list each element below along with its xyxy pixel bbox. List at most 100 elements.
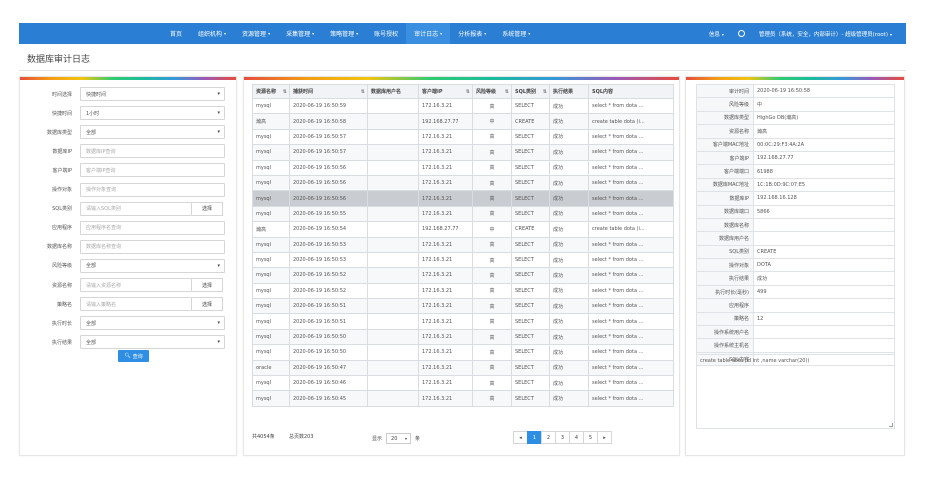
- panel-accent-bar: [20, 77, 236, 80]
- filter-select[interactable]: 全部 ▾: [80, 258, 225, 273]
- resize-handle-icon[interactable]: [889, 423, 893, 427]
- detail-value: 499: [753, 284, 895, 300]
- table-cell: [367, 313, 419, 330]
- table-cell: select * from dota ...: [588, 159, 674, 176]
- user-menu[interactable]: 管理员（系统，安全，内部审计）- 超级管理员(root) ▾: [759, 30, 892, 38]
- table-row[interactable]: mysql 2020-06-19 16:50:56 172.16.3.21 高 SELE…: [252, 190, 674, 207]
- select-button[interactable]: 选择: [192, 297, 223, 312]
- column-header[interactable]: 风险等级 ⇅: [472, 84, 512, 99]
- column-header[interactable]: 数据库用户名: [367, 84, 419, 99]
- table-row[interactable]: mysql 2020-06-19 16:50:51 172.16.3.21 高 SELE…: [252, 298, 674, 315]
- table-row[interactable]: mysql 2020-06-19 16:50:51 172.16.3.21 高 SELE…: [252, 313, 674, 330]
- message-menu[interactable]: 信息 ▾: [709, 30, 724, 38]
- column-header[interactable]: SQL内容: [588, 84, 674, 99]
- filter-panel: 时间选择 快捷时间 ▾ 快捷时间 1小时 ▾ 数据库类型 全部 ▾ 数据库IP 数据库IP查询 客户端…: [19, 76, 237, 456]
- table-row[interactable]: mysql 2020-06-19 16:50:52 172.16.3.21 高 SELE…: [252, 267, 674, 284]
- table-row[interactable]: mysql 2020-06-19 16:50:55 172.16.3.21 高 SELE…: [252, 205, 674, 223]
- column-header[interactable]: 执行结果: [549, 84, 589, 99]
- table-cell: [367, 190, 419, 207]
- table-cell: SELECT: [511, 328, 550, 346]
- globe-icon[interactable]: [737, 30, 745, 37]
- table-row[interactable]: mysql 2020-06-19 16:50:53 172.16.3.21 高 SELE…: [252, 251, 674, 269]
- filter-select[interactable]: 快捷时间 ▾: [80, 87, 225, 101]
- filter-row: 数据库IP 数据库IP查询: [26, 144, 225, 159]
- filter-input[interactable]: 数据库IP查询: [80, 144, 225, 159]
- select-button[interactable]: 选择: [192, 201, 223, 216]
- nav-item-1[interactable]: 组织机构 ▾: [190, 23, 234, 44]
- table-row[interactable]: mysql 2020-06-19 16:50:56 172.16.3.21 高 SELE…: [252, 159, 674, 176]
- table-row[interactable]: oracle 2020-06-19 16:50:47 172.16.3.21 高 SEL…: [252, 359, 674, 377]
- page-button[interactable]: 2: [541, 431, 556, 444]
- select-button[interactable]: 选择: [192, 278, 223, 292]
- detail-value: 12: [753, 311, 895, 327]
- table-row[interactable]: mysql 2020-06-19 16:50:57 172.16.3.21 高 SELE…: [252, 144, 674, 161]
- nav-item-3[interactable]: 采集管理 ▾: [278, 23, 322, 44]
- table-cell: SELECT: [511, 359, 550, 377]
- table-row[interactable]: mysql 2020-06-19 16:50:50 172.16.3.21 高 SELE…: [252, 328, 674, 346]
- column-header[interactable]: 资源名称 ⇅: [252, 84, 290, 99]
- column-header[interactable]: SQL类别 ⇅: [511, 84, 550, 99]
- prev-page-icon[interactable]: ◂: [513, 431, 528, 444]
- detail-value: 5866: [753, 204, 895, 219]
- detail-row: 审计时间 2020-06-19 16:50:58: [696, 83, 895, 99]
- next-page-icon[interactable]: ▸: [597, 431, 612, 444]
- filter-input[interactable]: 请输入资源名称: [80, 278, 192, 292]
- page-button[interactable]: 1: [527, 431, 542, 444]
- table-cell: CREATE: [511, 221, 550, 238]
- chevron-down-icon: ▾: [224, 31, 227, 36]
- table-row[interactable]: mysql 2020-06-19 16:50:45 172.16.3.21 高 SELE…: [252, 390, 674, 407]
- table-cell: 高: [472, 144, 512, 161]
- filter-select[interactable]: 全部 ▾: [80, 316, 225, 331]
- nav-item-7[interactable]: 分析报表 ▾: [450, 23, 494, 44]
- filter-select[interactable]: 1小时 ▾: [80, 106, 225, 121]
- filter-input[interactable]: 客户端IP查询: [80, 163, 225, 178]
- nav-item-2[interactable]: 资源管理 ▾: [234, 23, 278, 44]
- column-header[interactable]: 客户端IP ⇅: [418, 84, 473, 99]
- sort-icon[interactable]: ⇅: [466, 89, 470, 95]
- table-row[interactable]: mysql 2020-06-19 16:50:53 172.16.3.21 高 SELE…: [252, 236, 674, 253]
- detail-value: [753, 338, 895, 353]
- nav-item-5[interactable]: 账号授权: [366, 23, 406, 44]
- table-row[interactable]: mysql 2020-06-19 16:50:50 172.16.3.21 高 SELE…: [252, 344, 674, 361]
- detail-row: 数据库类型 HighGo DB(瀚高): [696, 110, 895, 126]
- sort-icon[interactable]: ⇅: [505, 89, 509, 95]
- table-cell: 172.16.3.21: [418, 205, 473, 223]
- table-cell: select * from dota ...: [588, 344, 674, 361]
- filter-select[interactable]: 全部 ▾: [80, 335, 225, 350]
- table-cell: 成功: [549, 344, 589, 361]
- sort-icon[interactable]: ⇅: [283, 89, 287, 95]
- nav-item-6[interactable]: 审计日志 ▾: [406, 23, 451, 44]
- column-header[interactable]: 捕获时间 ⇅: [289, 84, 368, 99]
- page-button[interactable]: 3: [555, 431, 570, 444]
- nav-item-0[interactable]: 首页: [162, 23, 190, 44]
- page-button[interactable]: 5: [583, 431, 598, 444]
- query-button[interactable]: 🔍︎ 查询: [118, 350, 149, 362]
- nav-item-4[interactable]: 策略管理 ▾: [322, 23, 366, 44]
- filter-select-value: 1小时: [86, 110, 100, 117]
- nav-item-label: 账号授权: [374, 31, 399, 38]
- page-button[interactable]: 4: [569, 431, 584, 444]
- sort-icon[interactable]: ⇅: [543, 89, 547, 95]
- filter-input[interactable]: 请输入SQL类别: [80, 201, 192, 216]
- table-row[interactable]: 瀚高 2020-06-19 16:50:54 192.168.27.77 中 CREAT…: [252, 221, 674, 238]
- filter-input[interactable]: 应用程序名查询: [80, 220, 225, 235]
- filter-select-value: 全部: [86, 320, 97, 327]
- filter-select[interactable]: 全部 ▾: [80, 125, 225, 140]
- table-row[interactable]: 瀚高 2020-06-19 16:50:58 192.168.27.77 中 CREAT…: [252, 113, 674, 130]
- table-cell: CREATE: [511, 113, 550, 130]
- table-row[interactable]: mysql 2020-06-19 16:50:59 172.16.3.21 高 SELE…: [252, 97, 674, 115]
- page-size-value: 20: [391, 435, 398, 442]
- table-row[interactable]: mysql 2020-06-19 16:50:46 172.16.3.21 高 SELE…: [252, 375, 674, 392]
- table-row[interactable]: mysql 2020-06-19 16:50:57 172.16.3.21 高 SELE…: [252, 128, 674, 146]
- table-row[interactable]: mysql 2020-06-19 16:50:52 172.16.3.21 高 SELE…: [252, 282, 674, 300]
- table-cell: 成功: [549, 267, 589, 284]
- table-row[interactable]: mysql 2020-06-19 16:50:56 172.16.3.21 高 SELE…: [252, 174, 674, 192]
- filter-input[interactable]: 请输入策略名: [80, 297, 192, 312]
- sql-content-textarea[interactable]: create table dota (id int ,name varchar(…: [696, 354, 895, 429]
- nav-item-8[interactable]: 系统管理 ▾: [494, 23, 538, 44]
- table-cell: select * from dota ...: [588, 236, 674, 253]
- sort-icon[interactable]: ⇅: [361, 89, 365, 95]
- page-size-select[interactable]: 20 ▾: [386, 433, 412, 444]
- filter-input[interactable]: 操作对象查询: [80, 182, 225, 197]
- filter-input[interactable]: 数据库名称查询: [80, 239, 225, 254]
